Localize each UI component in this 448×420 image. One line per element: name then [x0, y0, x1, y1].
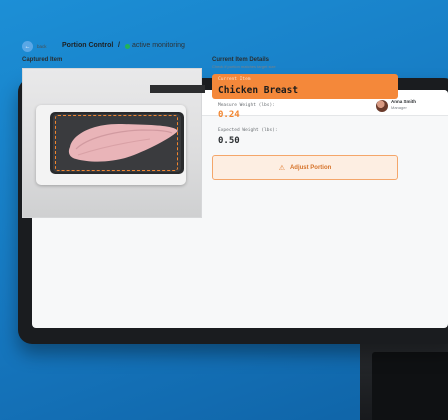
- status-label: active monitoring: [132, 42, 185, 49]
- expected-weight-label: Expected Weight (lbs):: [218, 128, 278, 133]
- details-title: Current Item Details: [212, 57, 270, 63]
- status-dot-icon: [125, 44, 130, 49]
- user-name: Anna Smith: [391, 99, 417, 104]
- arrow-left-icon: ←: [24, 43, 31, 50]
- details-subtitle: Check if portion matches target size: [212, 64, 276, 69]
- back-button[interactable]: ←: [22, 41, 33, 52]
- current-item-name: Chicken Breast: [218, 85, 299, 96]
- breadcrumb-separator: /: [118, 42, 120, 49]
- adjust-portion-button[interactable]: ⚠ Adjust Portion: [212, 155, 398, 180]
- current-item-label: Current Item: [218, 77, 251, 82]
- warning-icon: ⚠: [278, 164, 285, 172]
- avatar[interactable]: [376, 100, 388, 112]
- back-label[interactable]: back: [37, 44, 47, 49]
- captured-item-label: Captured Item: [22, 57, 63, 63]
- device-stand-face: [372, 352, 448, 420]
- measured-weight-value: 0.24: [218, 110, 240, 120]
- adjust-portion-label: Adjust Portion: [289, 164, 332, 171]
- user-role: Manager: [391, 105, 407, 110]
- page-title: Portion Control: [62, 42, 114, 49]
- detection-box: [55, 115, 178, 171]
- expected-weight-value: 0.50: [218, 136, 240, 146]
- photo-shelf: [150, 85, 205, 93]
- measured-weight-label: Measure Weight (lbs):: [218, 103, 275, 108]
